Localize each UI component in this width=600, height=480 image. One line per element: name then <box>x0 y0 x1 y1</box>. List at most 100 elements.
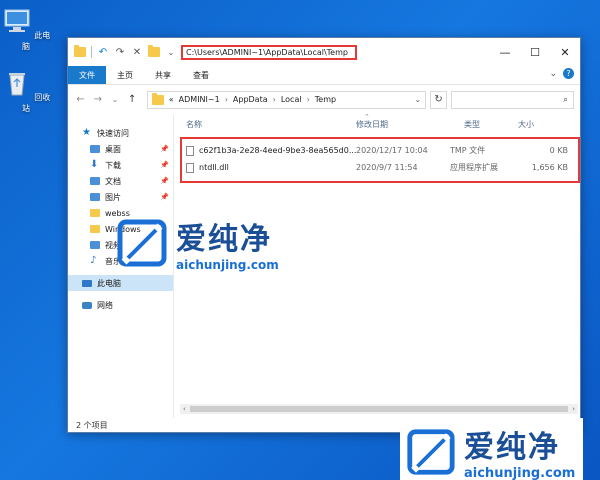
new-folder-icon[interactable] <box>148 45 160 57</box>
sidebar-item-label: 图片 <box>105 192 121 202</box>
toolbar-divider <box>91 46 92 58</box>
watermark-url: aichunjing.com <box>176 258 279 272</box>
sidebar-item-label: 此电脑 <box>97 278 121 288</box>
watermark-brand: 爱纯净 <box>464 430 560 465</box>
navigation-bar: ← → ⌄ ↑ « ADMINI~1 › AppData › Local › T… <box>68 84 580 114</box>
column-header-name[interactable]: 名称 <box>186 119 356 130</box>
customize-toolbar-icon[interactable]: ⌄ <box>165 46 177 58</box>
horizontal-scrollbar[interactable]: ‹ › <box>180 404 578 414</box>
sidebar-item-label: 下载 <box>105 160 121 170</box>
tab-home[interactable]: 主页 <box>106 66 144 84</box>
address-overflow[interactable]: « <box>169 95 174 104</box>
sidebar-item-documents[interactable]: 文档 📌 <box>68 173 173 189</box>
folder-icon <box>74 45 86 57</box>
dll-file-icon <box>186 162 194 173</box>
window-controls: — ☐ ✕ <box>490 38 580 66</box>
sidebar-item-label: 文档 <box>105 176 121 186</box>
file-size: 0 KB <box>549 146 568 155</box>
watermark: 爱纯净 aichunjing.com <box>114 214 279 272</box>
scroll-thumb[interactable] <box>189 406 569 412</box>
desktop-icon-recycle-bin[interactable]: 回收站 <box>1 70 51 114</box>
column-header-size[interactable]: 大小 <box>512 119 572 130</box>
sidebar-item-downloads[interactable]: ⬇ 下载 📌 <box>68 157 173 173</box>
desktop-icon-label: 回收站 <box>22 93 51 113</box>
watermark-brand: 爱纯净 <box>176 222 272 257</box>
recycle-bin-icon <box>8 73 25 96</box>
pin-icon: 📌 <box>160 193 169 201</box>
table-row[interactable]: c62f1b3a-2e28-4eed-9be3-8ea565d0... 2020… <box>182 142 578 159</box>
minimize-button[interactable]: — <box>490 38 520 66</box>
breadcrumb-item[interactable]: Temp <box>315 95 336 104</box>
recent-locations-button[interactable]: ⌄ <box>108 95 121 104</box>
file-icon <box>186 145 194 156</box>
file-type: TMP 文件 <box>450 146 486 155</box>
breadcrumb-item[interactable]: ADMINI~1 <box>179 95 220 104</box>
breadcrumb-item[interactable]: Local <box>281 95 302 104</box>
file-date: 2020/12/17 10:04 <box>356 146 428 155</box>
address-bar[interactable]: « ADMINI~1 › AppData › Local › Temp ⌄ <box>146 90 427 109</box>
sidebar-item-label: 网络 <box>97 300 113 310</box>
search-icon: ⌕ <box>562 94 568 105</box>
pin-icon: 📌 <box>160 145 169 153</box>
star-icon: ★ <box>82 127 91 138</box>
tab-view[interactable]: 查看 <box>182 66 220 84</box>
tab-share[interactable]: 共享 <box>144 66 182 84</box>
table-row[interactable]: ntdll.dll 2020/9/7 11:54 应用程序扩展 1,656 KB <box>182 159 578 176</box>
breadcrumb-item[interactable]: AppData <box>233 95 268 104</box>
refresh-button[interactable]: ↻ <box>430 90 448 109</box>
desktop-folder-icon <box>90 145 100 153</box>
sidebar-item-desktop[interactable]: 桌面 📌 <box>68 141 173 157</box>
scroll-left-icon[interactable]: ‹ <box>183 405 186 413</box>
computer-icon <box>4 9 30 32</box>
up-button[interactable]: ↑ <box>126 94 139 105</box>
quick-access-toolbar: ↶ ↷ ✕ ⌄ <box>74 45 177 58</box>
window-title-path: C:\Users\ADMINI~1\AppData\Local\Temp <box>181 44 357 60</box>
sidebar-item-pictures[interactable]: 图片 📌 <box>68 189 173 205</box>
search-input[interactable]: ⌕ <box>451 90 574 109</box>
folder-icon <box>151 92 164 105</box>
file-type: 应用程序扩展 <box>450 163 498 172</box>
brand-logo-icon <box>407 428 455 475</box>
status-bar-count: 2 个项目 <box>76 421 108 430</box>
undo-icon[interactable]: ↶ <box>97 46 109 58</box>
documents-icon <box>90 177 100 185</box>
column-header-date[interactable]: 修改日期 <box>356 119 450 130</box>
delete-icon[interactable]: ✕ <box>131 46 143 58</box>
expand-ribbon-icon[interactable]: ⌄ <box>549 69 557 79</box>
network-icon <box>82 301 92 309</box>
sort-ascending-icon: ⌃ <box>364 113 370 121</box>
title-bar: ↶ ↷ ✕ ⌄ C:\Users\ADMINI~1\AppData\Local\… <box>68 38 580 66</box>
sidebar-item-quick-access[interactable]: ★ 快速访问 <box>68 125 173 141</box>
pin-icon: 📌 <box>160 177 169 185</box>
pin-icon: 📌 <box>160 161 169 169</box>
ribbon: 文件 主页 共享 查看 ⌄ ? <box>68 66 580 84</box>
tab-file[interactable]: 文件 <box>68 66 106 84</box>
sidebar-item-network[interactable]: 网络 <box>68 297 173 313</box>
desktop-icon-label: 此电脑 <box>22 31 51 51</box>
address-dropdown-icon[interactable]: ⌄ <box>414 95 421 104</box>
column-header-type[interactable]: 类型 <box>450 119 512 130</box>
pictures-icon <box>90 193 100 201</box>
forward-button[interactable]: → <box>91 94 104 105</box>
redo-icon[interactable]: ↷ <box>114 46 126 58</box>
watermark-url: aichunjing.com <box>464 466 576 480</box>
music-icon: ♪ <box>90 255 97 266</box>
breadcrumb-separator: › <box>272 95 276 104</box>
column-headers: ⌃ 名称 修改日期 类型 大小 <box>174 113 580 133</box>
file-name: c62f1b3a-2e28-4eed-9be3-8ea565d0... <box>199 146 356 155</box>
download-icon: ⬇ <box>90 159 99 170</box>
file-size: 1,656 KB <box>531 163 568 172</box>
scroll-right-icon[interactable]: › <box>572 405 575 413</box>
file-date: 2020/9/7 11:54 <box>356 163 418 172</box>
help-icon[interactable]: ? <box>563 68 574 79</box>
brand-logo-icon <box>117 219 167 267</box>
back-button[interactable]: ← <box>74 94 87 105</box>
sidebar-item-this-pc[interactable]: 此电脑 <box>68 275 173 291</box>
folder-icon <box>90 225 100 233</box>
highlighted-files: c62f1b3a-2e28-4eed-9be3-8ea565d0... 2020… <box>180 137 580 183</box>
desktop-icon-this-pc[interactable]: 此电脑 <box>1 8 51 52</box>
folder-icon <box>90 209 100 217</box>
maximize-button[interactable]: ☐ <box>520 38 550 66</box>
sidebar-item-label: 快速访问 <box>97 128 129 138</box>
close-button[interactable]: ✕ <box>550 38 580 66</box>
